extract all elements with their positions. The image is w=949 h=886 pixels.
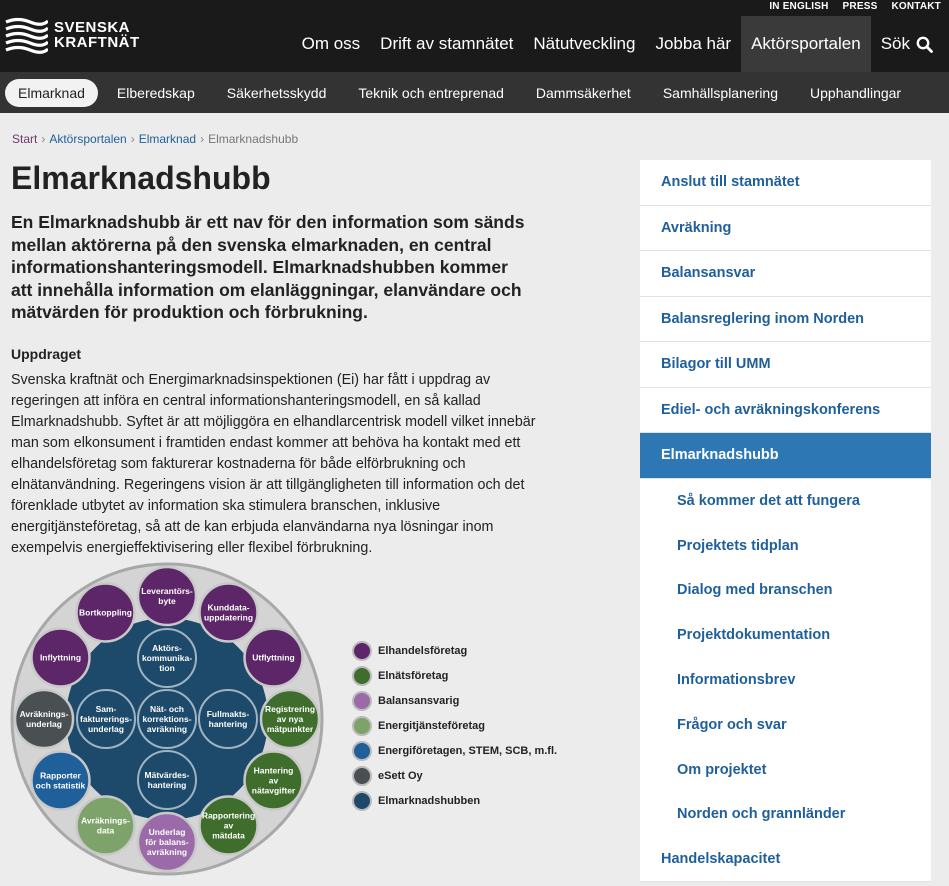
legend-swatch xyxy=(352,640,372,661)
subnav-dammsakerhet[interactable]: Dammsäkerhet xyxy=(520,79,647,107)
sidebar-item-balansreglering-inom-norden[interactable]: Balansreglering inom Norden xyxy=(640,296,931,342)
breadcrumb-separator-icon: › xyxy=(200,132,205,146)
node-label: Avräknings-underlag xyxy=(20,709,69,729)
legend-item: Balansansvarig xyxy=(352,688,557,713)
link-press[interactable]: PRESS xyxy=(843,1,878,12)
page-title: Elmarknadshubb xyxy=(11,160,271,196)
sidebar-item-informationsbrev[interactable]: Informationsbrev xyxy=(640,657,931,703)
node-label: Underlag för balans-avräkning xyxy=(145,827,189,857)
legend-label: Elnätsföretag xyxy=(378,669,449,682)
breadcrumb-start[interactable]: Start xyxy=(12,132,37,146)
legend-swatch xyxy=(352,765,372,786)
sub-nav: Elmarknad Elberedskap Säkerhetsskydd Tek… xyxy=(0,72,949,113)
legend-label: Energiföretagen, STEM, SCB, m.fl. xyxy=(378,744,558,757)
subnav-sakerhetsskydd[interactable]: Säkerhetsskydd xyxy=(211,79,343,107)
subnav-upphandlingar[interactable]: Upphandlingar xyxy=(794,79,917,107)
legend-item: Elmarknadshubben xyxy=(352,788,557,813)
breadcrumb-separator-icon: › xyxy=(41,132,46,146)
sidebar-nav: Anslut till stamnätet Avräkning Balansansv… xyxy=(640,160,931,883)
legend-swatch xyxy=(352,715,372,736)
legend-label: Elmarknadshubben xyxy=(378,794,481,807)
node-label: Kunddata-uppdatering xyxy=(204,602,253,622)
node-label: Bortkoppling xyxy=(79,607,132,617)
legend-item: Energiföretagen, STEM, SCB, m.fl. xyxy=(352,738,557,763)
sidebar-item-projektdokumentation[interactable]: Projektdokumentation xyxy=(640,612,931,658)
sidebar-item-norden-och-grannlander[interactable]: Norden och grannländer xyxy=(640,792,931,837)
breadcrumb-current: Elmarknadshubb xyxy=(208,132,299,146)
section-heading: Uppdraget xyxy=(11,346,81,362)
sidebar-item-balansansvar[interactable]: Balansansvar xyxy=(640,251,931,297)
search-button[interactable]: Sök xyxy=(871,16,949,72)
breadcrumb-elmarknad[interactable]: Elmarknad xyxy=(139,132,196,146)
node-label: Mätvärdes-hantering xyxy=(145,770,190,790)
breadcrumb: Start › Aktörsportalen › Elmarknad › Elm… xyxy=(12,132,298,146)
legend-swatch xyxy=(352,665,372,686)
sidebar-item-fragor-och-svar[interactable]: Frågor och svar xyxy=(640,702,931,748)
search-icon xyxy=(916,36,933,53)
sidebar-item-anslut-till-stamnatet[interactable]: Anslut till stamnätet xyxy=(640,160,931,206)
nav-drift-av-stamnatet[interactable]: Drift av stamnätet xyxy=(370,16,523,72)
search-label: Sök xyxy=(880,34,910,53)
legend-label: eSett Oy xyxy=(378,769,423,782)
legend-swatch xyxy=(352,740,372,761)
nav-aktorsportalen[interactable]: Aktörsportalen xyxy=(741,16,871,72)
node-label: Utflyttning xyxy=(252,652,295,662)
logo-waves-icon xyxy=(5,17,48,54)
subnav-elberedskap[interactable]: Elberedskap xyxy=(101,79,211,107)
subnav-elmarknad[interactable]: Elmarknad xyxy=(5,78,98,107)
sidebar-item-om-projektet[interactable]: Om projektet xyxy=(640,747,931,793)
sidebar-item-projektets-tidplan[interactable]: Projektets tidplan xyxy=(640,523,931,569)
top-header: IN ENGLISH PRESS KONTAKT SVENSKA KRAFTNÄ… xyxy=(0,0,949,72)
diagram-legend: Elhandelsföretag Elnätsföretag Balansansva… xyxy=(352,638,557,813)
legend-item: Elhandelsföretag xyxy=(352,638,557,663)
legend-swatch xyxy=(352,690,372,711)
link-in-english[interactable]: IN ENGLISH xyxy=(769,1,828,12)
legend-item: eSett Oy xyxy=(352,763,557,788)
nav-om-oss[interactable]: Om oss xyxy=(292,16,371,72)
sidebar-item-avrakning[interactable]: Avräkning xyxy=(640,205,931,251)
nav-natutveckling[interactable]: Nätutveckling xyxy=(523,16,645,72)
logo-line-1: SVENSKA xyxy=(54,19,131,36)
sidebar-item-bilagor-till-umm[interactable]: Bilagor till UMM xyxy=(640,342,931,388)
sidebar-item-dialog-med-branschen[interactable]: Dialog med branschen xyxy=(640,568,931,613)
legend-label: Balansansvarig xyxy=(378,694,460,707)
breadcrumb-separator-icon: › xyxy=(130,132,135,146)
subnav-teknik-och-entreprenad[interactable]: Teknik och entreprenad xyxy=(342,79,520,107)
utility-links: IN ENGLISH PRESS KONTAKT xyxy=(769,1,941,12)
main-nav: Om oss Drift av stamnätet Nätutveckling … xyxy=(292,16,949,72)
breadcrumb-aktorsportalen[interactable]: Aktörsportalen xyxy=(49,132,126,146)
node-label: Fullmakts-hantering xyxy=(207,709,250,729)
site-logo[interactable]: SVENSKA KRAFTNÄT xyxy=(4,16,140,54)
lead-paragraph: En Elmarknadshubb är ett nav för den inf… xyxy=(11,212,525,322)
subnav-samhallsplanering[interactable]: Samhällsplanering xyxy=(647,79,794,107)
legend-label: Energitjänsteföretag xyxy=(378,719,485,732)
legend-item: Energitjänsteföretag xyxy=(352,713,557,738)
nav-jobba-har[interactable]: Jobba här xyxy=(645,16,741,72)
node-label: Inflyttning xyxy=(40,652,81,662)
sidebar-item-sa-kommer-det-att-fungera[interactable]: Så kommer det att fungera xyxy=(640,478,931,524)
legend-label: Elhandelsföretag xyxy=(378,644,468,657)
sidebar-item-handelskapacitet[interactable]: Handelskapacitet xyxy=(640,836,931,883)
legend-item: Elnätsföretag xyxy=(352,663,557,688)
link-kontakt[interactable]: KONTAKT xyxy=(891,1,941,12)
sidebar-item-elmarknadshubb[interactable]: Elmarknadshubb xyxy=(640,433,931,479)
body-paragraph: Svenska kraftnät och Energimarknadsinspe… xyxy=(11,372,536,556)
node-label: Rapporter och statistik xyxy=(36,770,86,790)
legend-swatch xyxy=(352,790,372,811)
logo-line-2: KRAFTNÄT xyxy=(54,34,140,51)
sidebar-item-ediel-och-avrakningskonferens[interactable]: Ediel- och avräkningskonferens xyxy=(640,387,931,433)
